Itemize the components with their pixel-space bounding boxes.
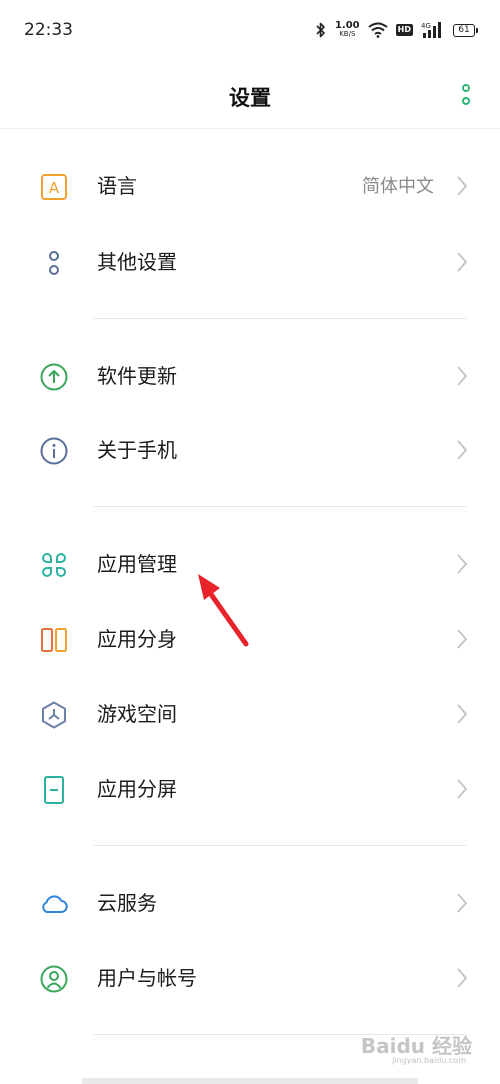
battery-icon: 61 <box>453 23 478 37</box>
settings-item-about-phone[interactable]: 关于手机 <box>0 412 500 488</box>
settings-item-software-update[interactable]: 软件更新 <box>0 338 500 414</box>
wifi-icon <box>368 22 388 38</box>
more-options-button[interactable] <box>460 84 472 106</box>
game-space-icon <box>42 701 66 729</box>
status-time: 22:33 <box>24 20 73 40</box>
settings-item-other-settings[interactable]: 其他设置 <box>0 224 500 300</box>
group-divider <box>94 845 466 846</box>
bottom-edge <box>82 1078 418 1084</box>
settings-item-user-account[interactable]: 用户与帐号 <box>0 940 500 1016</box>
watermark: Baidu 经验 <box>360 1034 472 1058</box>
net-speed-unit: KB/S <box>339 30 356 38</box>
language-icon-letter: A <box>49 179 60 197</box>
settings-item-label: 游戏空间 <box>97 702 177 726</box>
settings-item-label: 应用分屏 <box>97 777 177 801</box>
settings-item-game-space[interactable]: 游戏空间 <box>0 676 500 752</box>
chevron-right-icon <box>457 968 468 988</box>
settings-item-language[interactable]: A 语言 简体中文 <box>0 148 500 224</box>
settings-item-label: 其他设置 <box>97 250 177 274</box>
settings-item-label: 应用管理 <box>97 552 177 576</box>
settings-item-value: 简体中文 <box>362 176 434 197</box>
settings-item-split-screen[interactable]: 应用分屏 <box>0 751 500 827</box>
net-speed: 1.00 KB/S <box>335 21 360 39</box>
battery-level: 61 <box>453 23 475 37</box>
chevron-right-icon <box>457 176 468 196</box>
settings-item-cloud-service[interactable]: 云服务 <box>0 865 500 941</box>
app-clone-icon <box>41 628 67 652</box>
header-divider <box>0 128 500 129</box>
settings-item-label: 用户与帐号 <box>97 966 197 990</box>
chevron-right-icon <box>457 366 468 386</box>
settings-item-label: 语言 <box>97 174 137 198</box>
status-icons: 1.00 KB/S HD 4G 61 <box>315 18 478 42</box>
chevron-right-icon <box>457 629 468 649</box>
hd-badge: HD <box>395 24 413 36</box>
status-bar: 22:33 1.00 KB/S HD 4G 61 <box>0 0 500 60</box>
other-settings-icon <box>49 251 59 275</box>
watermark-url: jingyan.baidu.com <box>392 1056 466 1065</box>
cloud-icon <box>42 895 68 913</box>
info-icon <box>40 437 68 465</box>
app-management-icon <box>42 553 66 577</box>
chevron-right-icon <box>457 252 468 272</box>
chevron-right-icon <box>457 779 468 799</box>
user-account-icon <box>40 965 68 993</box>
group-divider <box>94 318 466 319</box>
settings-item-label: 应用分身 <box>97 627 177 651</box>
signal-type-label: 4G <box>421 22 431 30</box>
split-screen-icon <box>44 776 64 804</box>
chevron-right-icon <box>457 704 468 724</box>
signal-icon: 4G <box>421 22 441 38</box>
page-title: 设置 <box>229 86 271 110</box>
annotation-arrow-icon <box>198 574 249 647</box>
update-icon <box>40 363 68 391</box>
group-divider <box>94 506 466 507</box>
net-speed-value: 1.00 <box>334 20 360 31</box>
chevron-right-icon <box>457 893 468 913</box>
header: 设置 <box>0 60 500 128</box>
settings-item-label: 云服务 <box>97 891 157 915</box>
language-icon: A <box>41 174 67 200</box>
chevron-right-icon <box>457 440 468 460</box>
settings-item-label: 关于手机 <box>97 438 177 462</box>
chevron-right-icon <box>457 554 468 574</box>
settings-item-label: 软件更新 <box>97 364 177 388</box>
bluetooth-icon <box>316 22 325 38</box>
